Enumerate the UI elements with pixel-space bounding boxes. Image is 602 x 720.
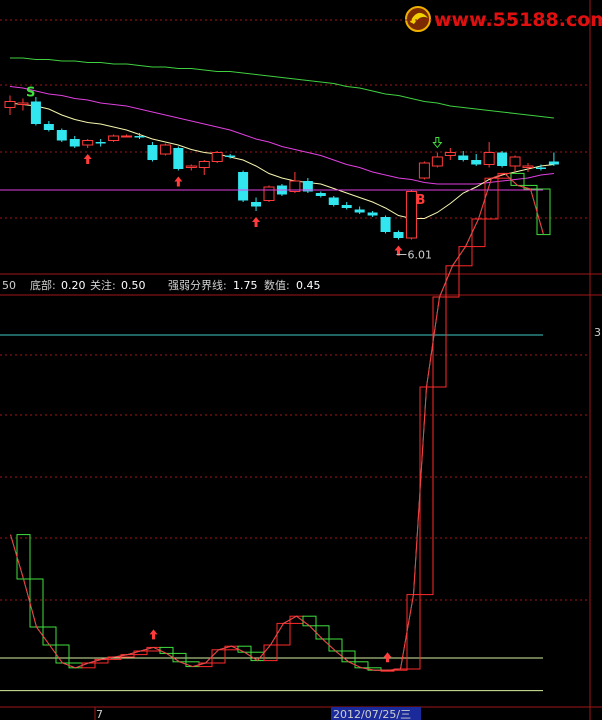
indicator-step-box bbox=[432, 296, 447, 388]
indicator-step-box bbox=[211, 649, 226, 664]
candle-body bbox=[108, 135, 120, 141]
candle-body bbox=[367, 212, 378, 216]
candle-body bbox=[185, 165, 197, 168]
indicator-step-box bbox=[29, 578, 44, 628]
candle-body bbox=[147, 145, 158, 160]
right-edge-label: 3 bbox=[594, 326, 601, 339]
indicator-panel bbox=[0, 172, 590, 692]
candle-body bbox=[328, 197, 339, 205]
candle-body bbox=[251, 202, 262, 207]
indicator-step-box bbox=[185, 661, 200, 668]
month-label: 7 bbox=[96, 708, 103, 720]
candle-body bbox=[315, 193, 326, 196]
candle-body bbox=[198, 161, 210, 168]
indicator-step-box bbox=[250, 651, 265, 662]
ma-long-line bbox=[10, 57, 554, 119]
watermark: www.55188.com bbox=[405, 6, 602, 32]
sell-marker: S bbox=[26, 86, 35, 101]
candle-body bbox=[431, 156, 443, 167]
indicator-step-box bbox=[16, 534, 31, 580]
candle-body bbox=[134, 136, 145, 138]
indicator-step-box bbox=[354, 661, 369, 669]
candle-body bbox=[159, 144, 171, 155]
candle-body bbox=[17, 102, 29, 105]
sell-arrow-icon bbox=[432, 137, 443, 149]
indicator-step-box bbox=[55, 644, 70, 664]
date-label: 2012/07/25/三 bbox=[333, 708, 411, 720]
indicator-step-box bbox=[94, 658, 109, 664]
main-price-panel: S B 6.01 bbox=[0, 19, 590, 262]
watch-value: 0.50 bbox=[121, 279, 146, 292]
num-value: 0.45 bbox=[296, 279, 321, 292]
candle-body bbox=[380, 217, 391, 232]
indicator-step-box bbox=[315, 625, 330, 640]
indicator-step-box bbox=[536, 188, 551, 236]
candle-body bbox=[497, 152, 508, 166]
buy-arrow-icon bbox=[174, 176, 183, 187]
indicator-step-box bbox=[419, 386, 434, 596]
candle-body bbox=[56, 130, 67, 141]
bottom-label: 底部: bbox=[30, 278, 56, 292]
candle-body bbox=[238, 172, 249, 201]
indicator-header: 50 底部: 0.20 关注: 0.50 强弱分界线: 1.75 数值: 0.4… bbox=[2, 278, 321, 292]
candle-body bbox=[483, 152, 495, 165]
indicator-step-box bbox=[159, 646, 174, 654]
indicator-step-box bbox=[276, 622, 291, 646]
candle-body bbox=[225, 155, 236, 157]
candle-body bbox=[30, 101, 41, 124]
indicator-step-box bbox=[445, 265, 460, 298]
indicator-step-box bbox=[68, 662, 83, 669]
candle-body bbox=[173, 148, 184, 169]
ma-mid-line bbox=[9, 86, 554, 185]
candle-body bbox=[341, 205, 352, 208]
candle-body bbox=[444, 152, 456, 156]
candle-body bbox=[535, 167, 546, 169]
candle-body bbox=[471, 160, 482, 165]
bottom-value: 0.20 bbox=[61, 279, 86, 292]
num-label: 数值: bbox=[264, 279, 290, 292]
indicator-buy-arrow-icon bbox=[149, 629, 158, 640]
candle-body bbox=[43, 124, 54, 130]
indicator-step-box bbox=[198, 662, 213, 668]
indicator-step-box bbox=[484, 177, 499, 220]
divide-label: 强弱分界线: bbox=[168, 278, 227, 292]
candle-body bbox=[509, 156, 521, 167]
indicator-step-box bbox=[328, 638, 343, 652]
candle-body bbox=[522, 165, 534, 168]
indicator-step-box bbox=[341, 650, 356, 663]
indicator-smooth-line bbox=[10, 172, 544, 671]
candle-body bbox=[354, 209, 365, 213]
candle-body bbox=[69, 139, 80, 147]
indicator-step-box bbox=[81, 662, 96, 669]
indicator-step-box bbox=[133, 650, 148, 656]
candle-body bbox=[82, 140, 94, 146]
candle-body bbox=[393, 232, 404, 238]
candle-body bbox=[418, 162, 430, 179]
indicator-step-box bbox=[42, 626, 57, 646]
indicator-buy-arrow-icon bbox=[383, 652, 392, 663]
indicator-step-box bbox=[237, 645, 252, 653]
candle-body bbox=[4, 101, 16, 108]
buy-arrow-icon bbox=[252, 217, 261, 227]
indicator-step-box bbox=[302, 615, 317, 627]
header-left-value: 50 bbox=[2, 279, 16, 292]
buy-arrow-icon bbox=[83, 154, 92, 164]
candle-body bbox=[211, 152, 223, 162]
candle-body bbox=[548, 161, 559, 165]
indicator-value-line bbox=[10, 172, 544, 671]
indicator-step-box bbox=[471, 218, 486, 248]
low-price-label: 6.01 bbox=[408, 249, 433, 262]
buy-marker: B bbox=[415, 193, 425, 208]
watch-label: 关注: bbox=[90, 278, 116, 292]
divide-value: 1.75 bbox=[233, 279, 258, 292]
chart-canvas: www.55188.com 50 底部: 0.20 关注: 0.50 强弱分界线… bbox=[0, 0, 602, 720]
candle-body bbox=[458, 155, 469, 160]
indicator-step-box bbox=[458, 246, 473, 267]
candle-body bbox=[95, 142, 106, 144]
candle-body bbox=[263, 186, 275, 201]
candle-body bbox=[121, 135, 133, 138]
indicator-step-box bbox=[523, 184, 538, 190]
